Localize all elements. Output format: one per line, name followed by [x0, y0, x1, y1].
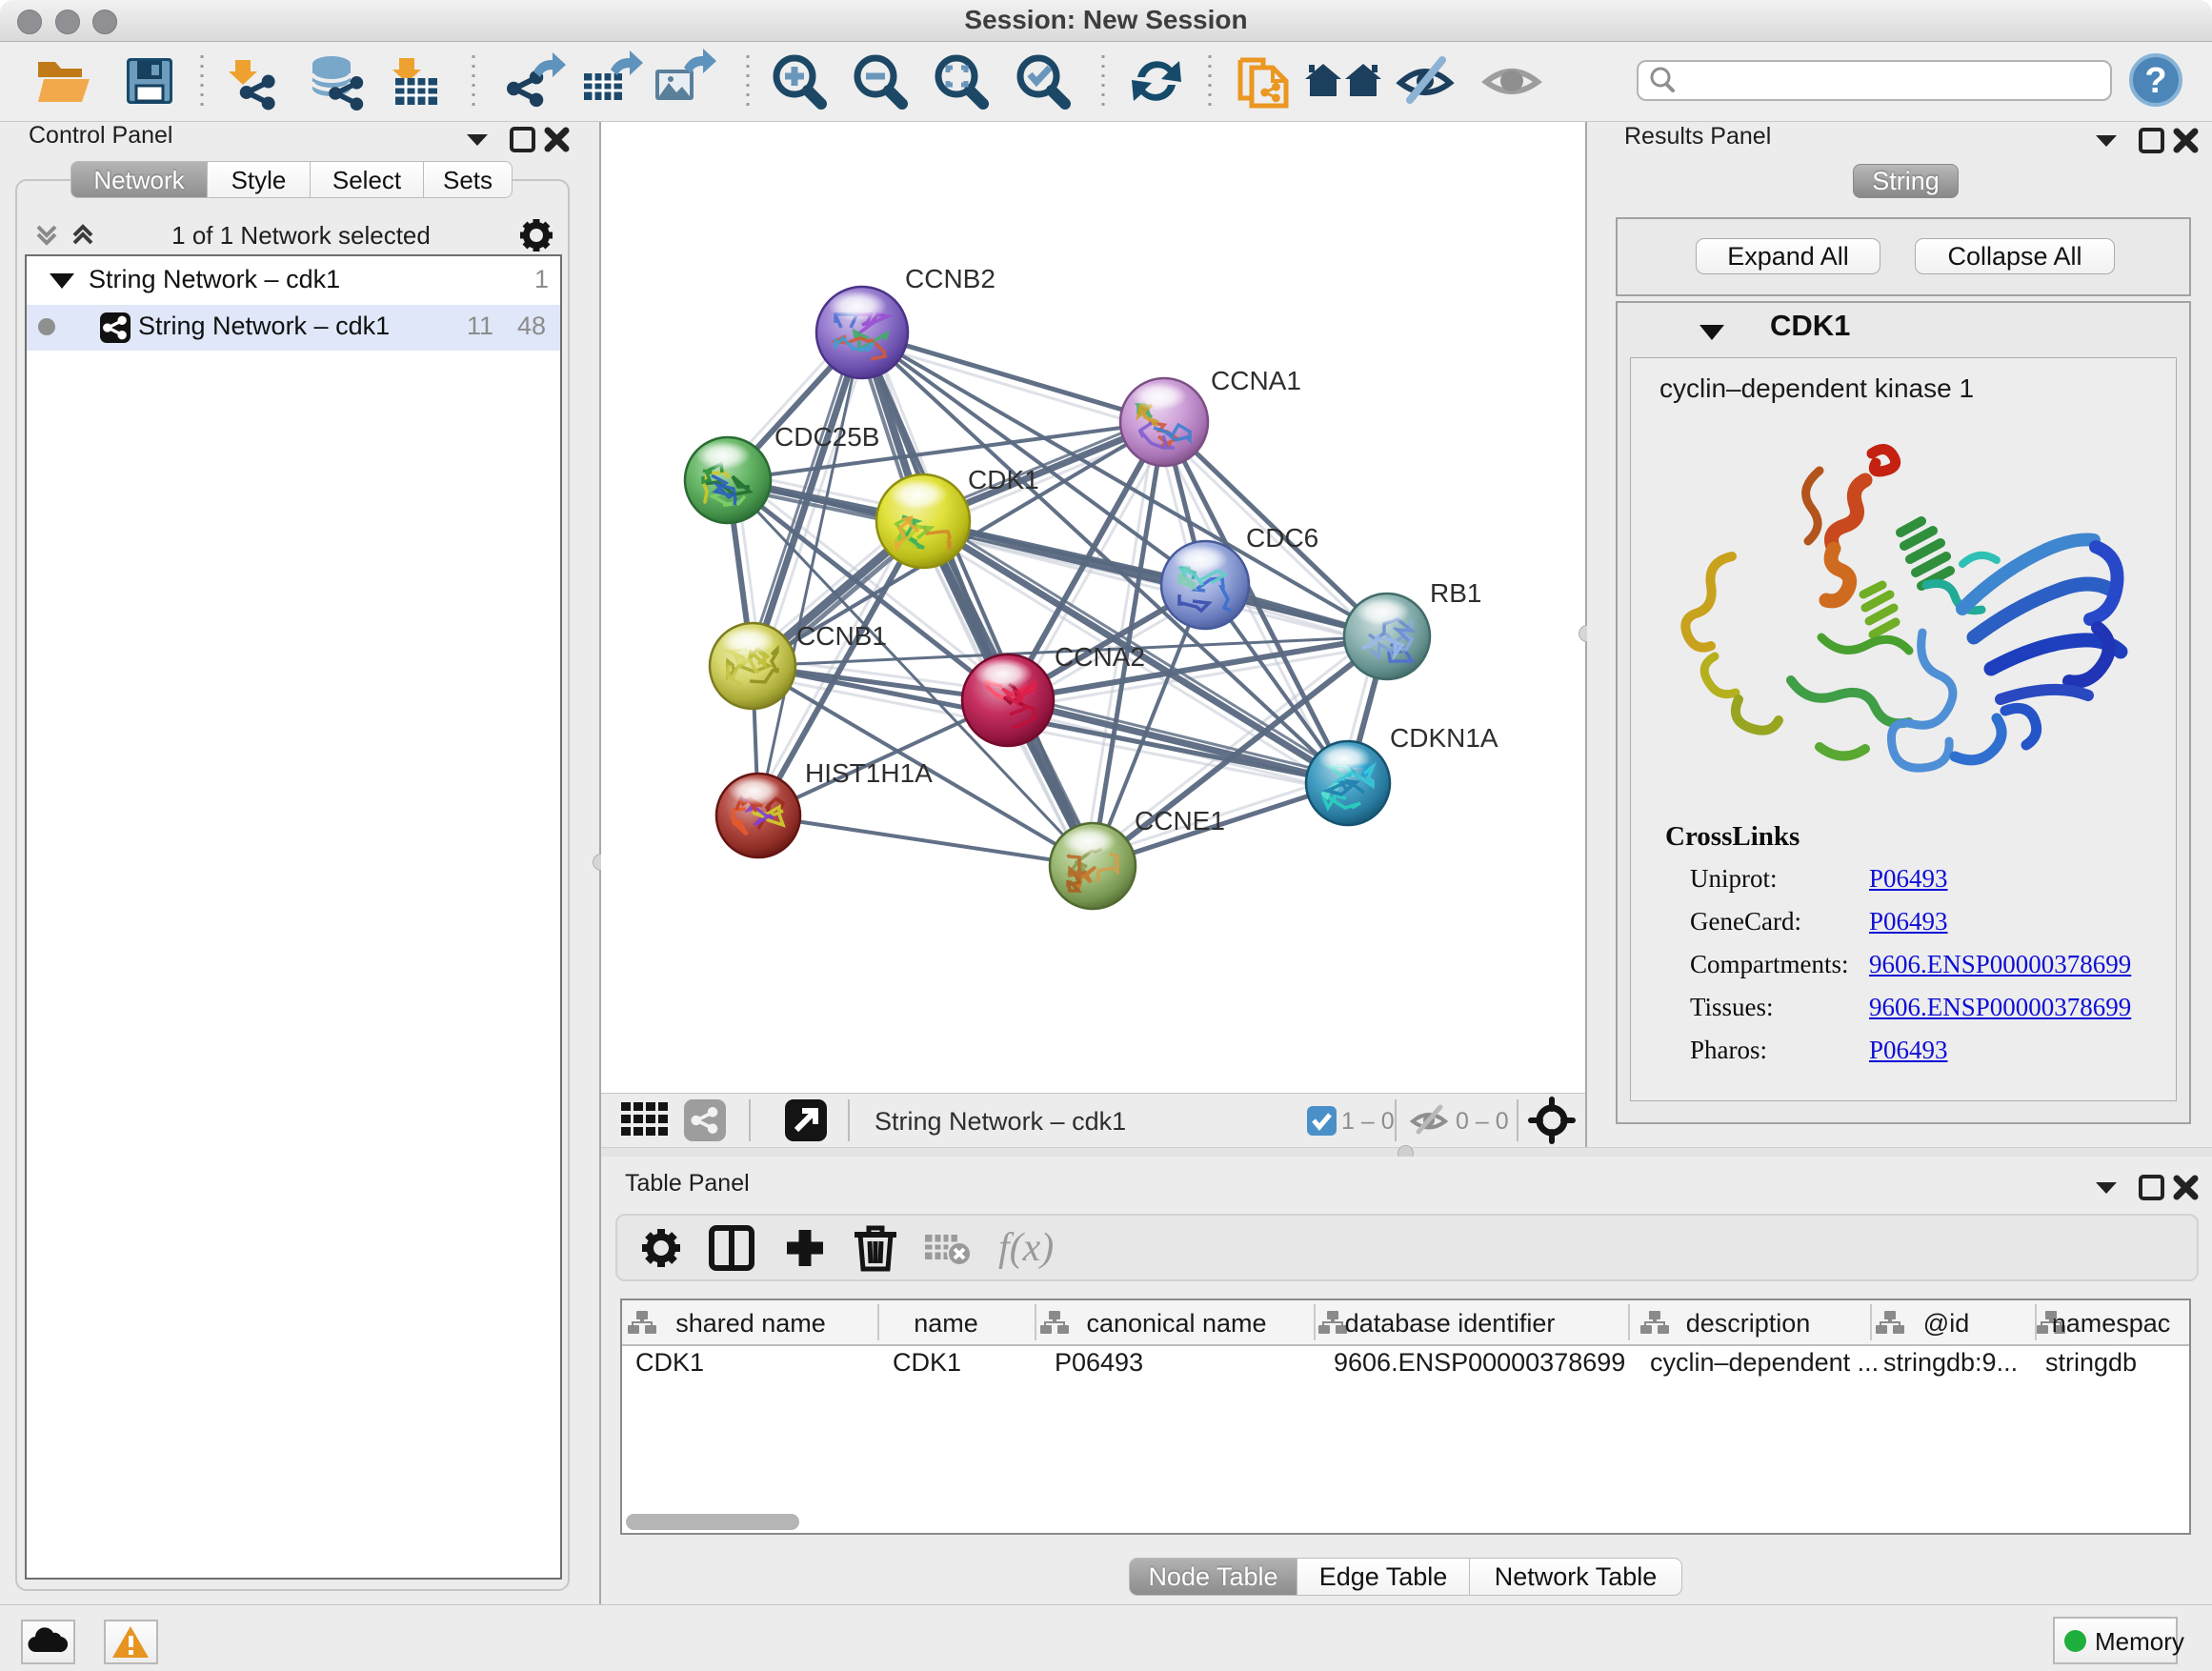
svg-text:shared name: shared name [675, 1309, 826, 1338]
svg-text:CCNE1: CCNE1 [1135, 806, 1225, 836]
svg-text:RB1: RB1 [1430, 578, 1481, 608]
svg-text:CDKN1A: CDKN1A [1390, 723, 1498, 753]
svg-text:CCNA2: CCNA2 [1055, 642, 1145, 672]
svg-text:description: description [1686, 1309, 1811, 1338]
svg-text:f(x): f(x) [998, 1226, 1054, 1270]
svg-text:CDK1: CDK1 [968, 465, 1039, 494]
svg-text:namespac: namespac [2052, 1309, 2171, 1338]
svg-text:database identifier: database identifier [1345, 1309, 1556, 1338]
svg-text:1 of 1 Network selected: 1 of 1 Network selected [171, 221, 431, 250]
svg-text:@id: @id [1923, 1309, 1969, 1338]
svg-text:String Network – cdk1: String Network – cdk1 [875, 1107, 1126, 1136]
svg-text:CCNB1: CCNB1 [796, 621, 887, 651]
svg-text:CCNA1: CCNA1 [1211, 366, 1301, 395]
svg-text:name: name [914, 1309, 978, 1338]
svg-text:CCNB2: CCNB2 [905, 264, 995, 293]
svg-text:CDC6: CDC6 [1246, 523, 1318, 553]
svg-text:CDC25B: CDC25B [774, 422, 879, 452]
svg-text:canonical name: canonical name [1086, 1309, 1266, 1338]
svg-text:HIST1H1A: HIST1H1A [805, 758, 933, 788]
svg-text:?: ? [2144, 61, 2166, 101]
svg-text:0 – 0: 0 – 0 [1456, 1108, 1509, 1135]
svg-text:1 – 0: 1 – 0 [1341, 1108, 1395, 1135]
